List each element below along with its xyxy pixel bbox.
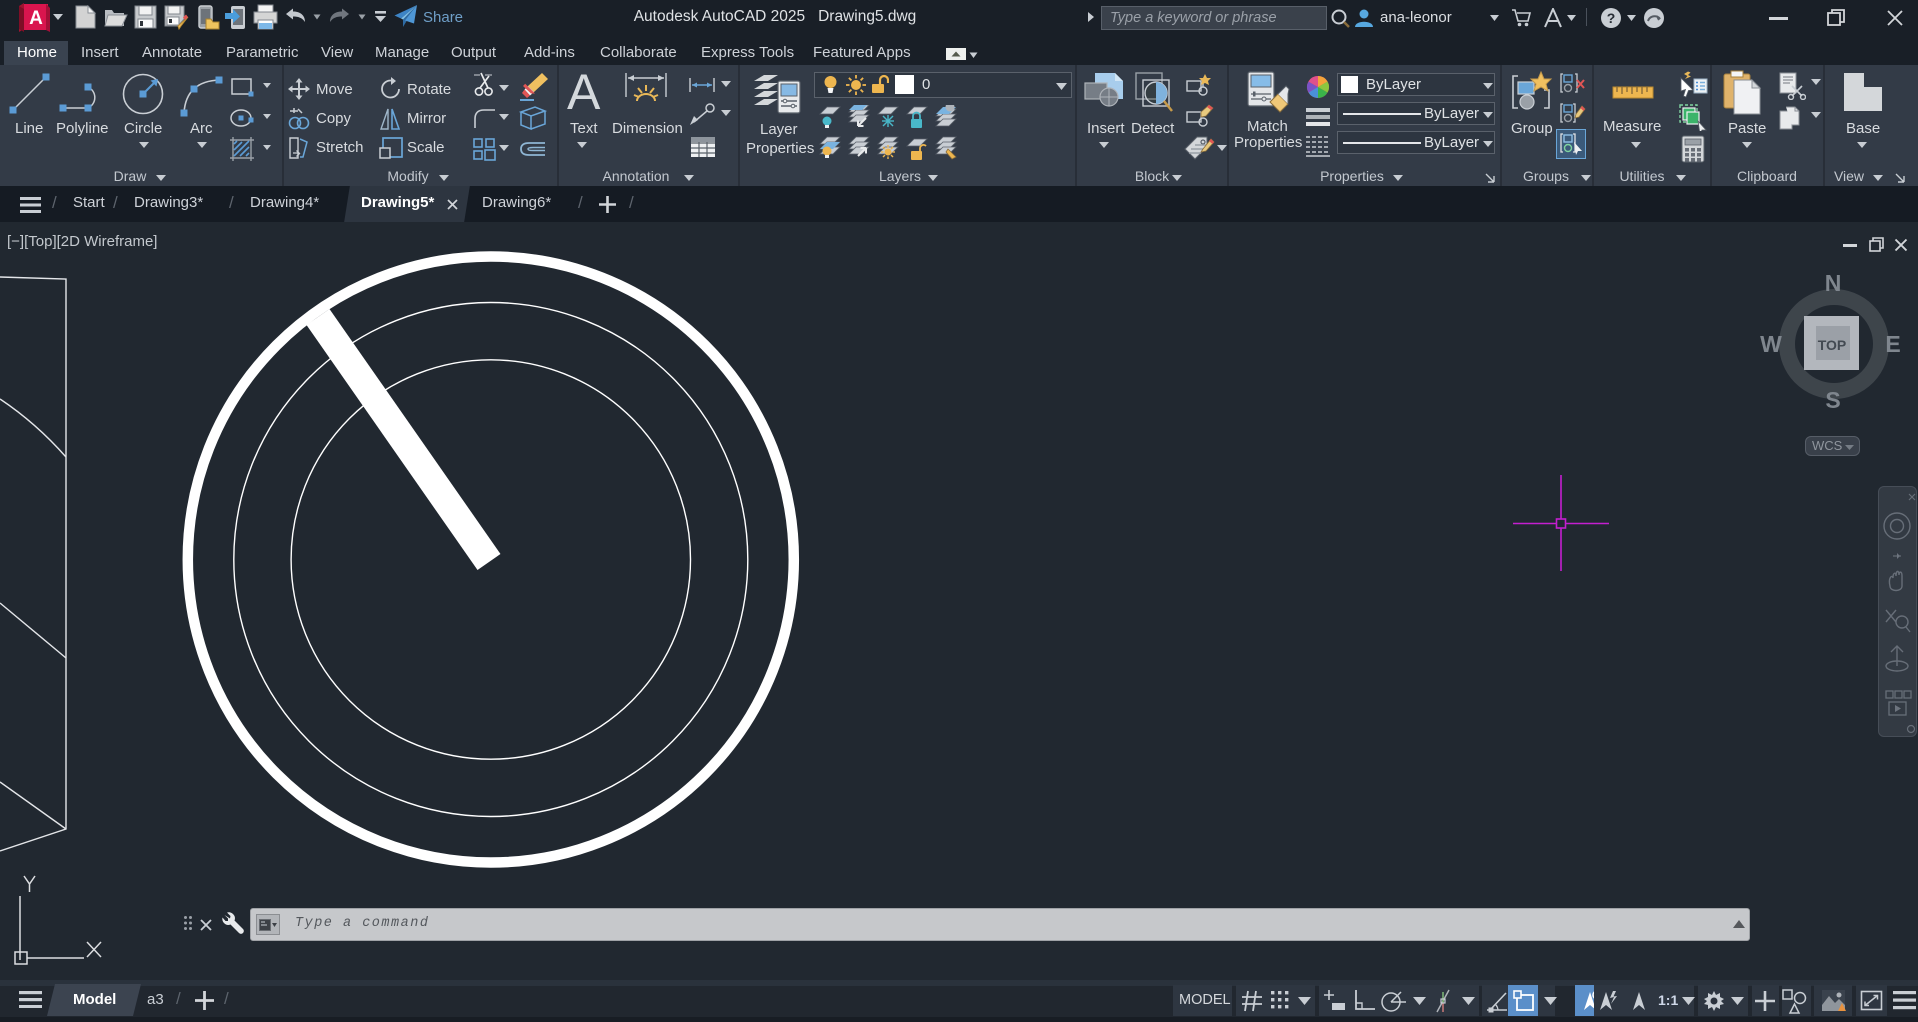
svg-text:W: W	[1760, 331, 1782, 357]
svg-text:?: ?	[1607, 10, 1616, 26]
svg-text:N: N	[1825, 270, 1842, 296]
svg-text:TOP: TOP	[1818, 337, 1847, 353]
svg-text:E: E	[1885, 331, 1900, 357]
svg-text:S: S	[1825, 387, 1840, 413]
svg-text:A: A	[29, 8, 43, 29]
